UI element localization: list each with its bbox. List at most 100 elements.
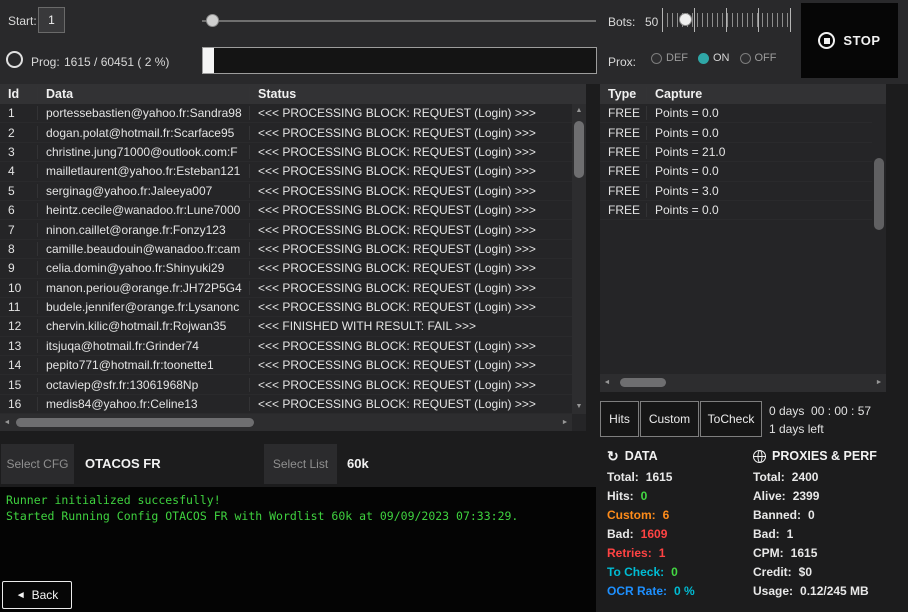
table-row[interactable]: 5serginag@yahoo.fr:Jaleeya007<<< PROCESS… bbox=[0, 182, 572, 201]
cell-data: manon.periou@orange.fr:JH72P5G4 bbox=[38, 281, 250, 295]
config-name: OTACOS FR bbox=[85, 456, 161, 471]
start-slider-track bbox=[202, 20, 596, 22]
scroll-up-icon[interactable]: ▲ bbox=[572, 104, 586, 118]
scroll-left-icon[interactable]: ◄ bbox=[600, 374, 614, 392]
tab-hits[interactable]: Hits bbox=[600, 401, 639, 437]
cell-status: <<< PROCESSING BLOCK: REQUEST (Login) >>… bbox=[250, 397, 572, 411]
table-row[interactable]: 10manon.periou@orange.fr:JH72P5G4<<< PRO… bbox=[0, 279, 572, 298]
scroll-down-icon[interactable]: ▼ bbox=[572, 400, 586, 414]
table-row[interactable]: 15octaviep@sfr.fr:13061968Np<<< PROCESSI… bbox=[0, 375, 572, 394]
cell-id: 14 bbox=[0, 358, 38, 372]
back-button[interactable]: ◄ Back bbox=[2, 581, 72, 609]
stat-value: 0 % bbox=[674, 584, 695, 598]
bots-slider[interactable] bbox=[662, 6, 791, 34]
cell-id: 1 bbox=[0, 106, 38, 120]
table-row[interactable]: 2dogan.polat@hotmail.fr:Scarface95<<< PR… bbox=[0, 123, 572, 142]
cell-capture: Points = 0.0 bbox=[647, 203, 872, 217]
select-list-button[interactable]: Select List bbox=[264, 444, 337, 484]
table-row[interactable]: 13itsjuqa@hotmail.fr:Grinder74<<< PROCES… bbox=[0, 337, 572, 356]
capture-row[interactable]: FREEPoints = 3.0 bbox=[600, 182, 872, 201]
runner-window: Start: Bots: 50 STOP Prog: 1615 / 60451 … bbox=[0, 0, 908, 612]
cell-id: 13 bbox=[0, 339, 38, 353]
proxy-mode-off[interactable]: OFF bbox=[740, 52, 777, 64]
table-row[interactable]: 3christine.jung71000@outlook.com:F<<< PR… bbox=[0, 143, 572, 162]
table-row[interactable]: 9celia.domin@yahoo.fr:Shinyuki29<<< PROC… bbox=[0, 259, 572, 278]
capture-row[interactable]: FREEPoints = 0.0 bbox=[600, 123, 872, 142]
table-row[interactable]: 1portessebastien@yahoo.fr:Sandra98<<< PR… bbox=[0, 104, 572, 123]
cell-status: <<< PROCESSING BLOCK: REQUEST (Login) >>… bbox=[250, 339, 572, 353]
scroll-right-icon[interactable]: ► bbox=[558, 414, 572, 431]
cell-data: serginag@yahoo.fr:Jaleeya007 bbox=[38, 184, 250, 198]
scroll-right-icon[interactable]: ► bbox=[872, 374, 886, 392]
cell-id: 4 bbox=[0, 164, 38, 178]
capture-vertical-scrollbar[interactable] bbox=[872, 104, 886, 374]
tab-custom[interactable]: Custom bbox=[640, 401, 699, 437]
results-horizontal-scrollbar[interactable]: ◄ ► bbox=[0, 414, 572, 431]
capture-row[interactable]: FREEPoints = 0.0 bbox=[600, 162, 872, 181]
table-row[interactable]: 11budele.jennifer@orange.fr:Lysanonc<<< … bbox=[0, 298, 572, 317]
table-row[interactable]: 7ninon.caillet@orange.fr:Fonzy123<<< PRO… bbox=[0, 220, 572, 239]
stat-item: To Check:0 bbox=[607, 563, 753, 582]
tab-tocheck[interactable]: ToCheck bbox=[700, 401, 762, 437]
scrollbar-thumb[interactable] bbox=[620, 378, 666, 387]
scroll-left-icon[interactable]: ◄ bbox=[0, 414, 14, 431]
cell-type: FREE bbox=[600, 106, 647, 120]
stat-item: Hits: 0 bbox=[607, 487, 753, 506]
capture-horizontal-scrollbar[interactable]: ◄ ► bbox=[600, 374, 886, 392]
scrollbar-thumb[interactable] bbox=[874, 158, 884, 230]
stat-label: Custom: bbox=[607, 508, 656, 522]
table-row[interactable]: 14pepito771@hotmail.fr:toonette1<<< PROC… bbox=[0, 356, 572, 375]
bots-slider-thumb[interactable] bbox=[679, 13, 692, 26]
cell-status: <<< PROCESSING BLOCK: REQUEST (Login) >>… bbox=[250, 281, 572, 295]
stat-label: Total: bbox=[607, 470, 639, 484]
stat-value: 0 bbox=[641, 489, 648, 503]
data-stats-list: Total:1615Hits:0Custom:6Bad:1609Retries:… bbox=[607, 468, 753, 601]
start-input[interactable] bbox=[38, 7, 65, 33]
table-row[interactable]: 6heintz.cecile@wanadoo.fr:Lune7000<<< PR… bbox=[0, 201, 572, 220]
proxy-mode-off-label: OFF bbox=[755, 52, 777, 64]
time-remaining: 1 days left bbox=[769, 422, 824, 436]
progress-label: Prog: bbox=[31, 55, 60, 69]
cell-data: celia.domin@yahoo.fr:Shinyuki29 bbox=[38, 261, 250, 275]
radio-icon bbox=[651, 53, 662, 64]
stat-value: 1 bbox=[659, 546, 666, 560]
stat-item: Banned:0 bbox=[753, 506, 908, 525]
capture-row[interactable]: FREEPoints = 0.0 bbox=[600, 201, 872, 220]
cell-status: <<< PROCESSING BLOCK: REQUEST (Login) >>… bbox=[250, 300, 572, 314]
stat-value: 2399 bbox=[793, 489, 820, 503]
cell-status: <<< PROCESSING BLOCK: REQUEST (Login) >>… bbox=[250, 184, 572, 198]
table-row[interactable]: 4mailletlaurent@yahoo.fr:Esteban121<<< P… bbox=[0, 162, 572, 181]
cell-data: medis84@yahoo.fr:Celine13 bbox=[38, 397, 250, 411]
stat-value: 6 bbox=[663, 508, 670, 522]
proxy-mode-def[interactable]: DEF bbox=[651, 52, 688, 64]
table-row[interactable]: 8camille.beaudouin@wanadoo.fr:cam<<< PRO… bbox=[0, 240, 572, 259]
cell-status: <<< PROCESSING BLOCK: REQUEST (Login) >>… bbox=[250, 358, 572, 372]
cell-id: 6 bbox=[0, 203, 38, 217]
cell-capture: Points = 0.0 bbox=[647, 164, 872, 178]
capture-table-header: Type Capture bbox=[600, 84, 886, 104]
table-row[interactable]: 12chervin.kilic@hotmail.fr:Rojwan35<<< F… bbox=[0, 317, 572, 336]
cell-id: 7 bbox=[0, 223, 38, 237]
stat-item: Bad:1609 bbox=[607, 525, 753, 544]
stat-label: Hits: bbox=[607, 489, 634, 503]
stat-item: Total: 1615 bbox=[607, 468, 753, 487]
capture-row[interactable]: FREEPoints = 0.0 bbox=[600, 104, 872, 123]
stop-button[interactable]: STOP bbox=[801, 3, 898, 78]
select-cfg-button[interactable]: Select CFG bbox=[1, 444, 74, 484]
stat-label: Bad: bbox=[607, 527, 634, 541]
stat-value: 1615 bbox=[646, 470, 673, 484]
stat-value: 2400 bbox=[792, 470, 819, 484]
table-row[interactable]: 16medis84@yahoo.fr:Celine13<<< PROCESSIN… bbox=[0, 395, 572, 414]
capture-row[interactable]: FREEPoints = 21.0 bbox=[600, 143, 872, 162]
scrollbar-thumb[interactable] bbox=[574, 121, 584, 178]
progress-value: 1615 / 60451 ( 2 %) bbox=[64, 55, 169, 69]
cell-data: dogan.polat@hotmail.fr:Scarface95 bbox=[38, 126, 250, 140]
start-slider-thumb[interactable] bbox=[206, 14, 219, 27]
cell-status: <<< PROCESSING BLOCK: REQUEST (Login) >>… bbox=[250, 242, 572, 256]
cell-id: 16 bbox=[0, 397, 38, 411]
cell-id: 9 bbox=[0, 261, 38, 275]
proxy-mode-on[interactable]: ON bbox=[698, 52, 730, 64]
start-slider[interactable] bbox=[202, 12, 596, 29]
scrollbar-thumb[interactable] bbox=[16, 418, 254, 427]
results-vertical-scrollbar[interactable]: ▲ ▼ bbox=[572, 104, 586, 414]
